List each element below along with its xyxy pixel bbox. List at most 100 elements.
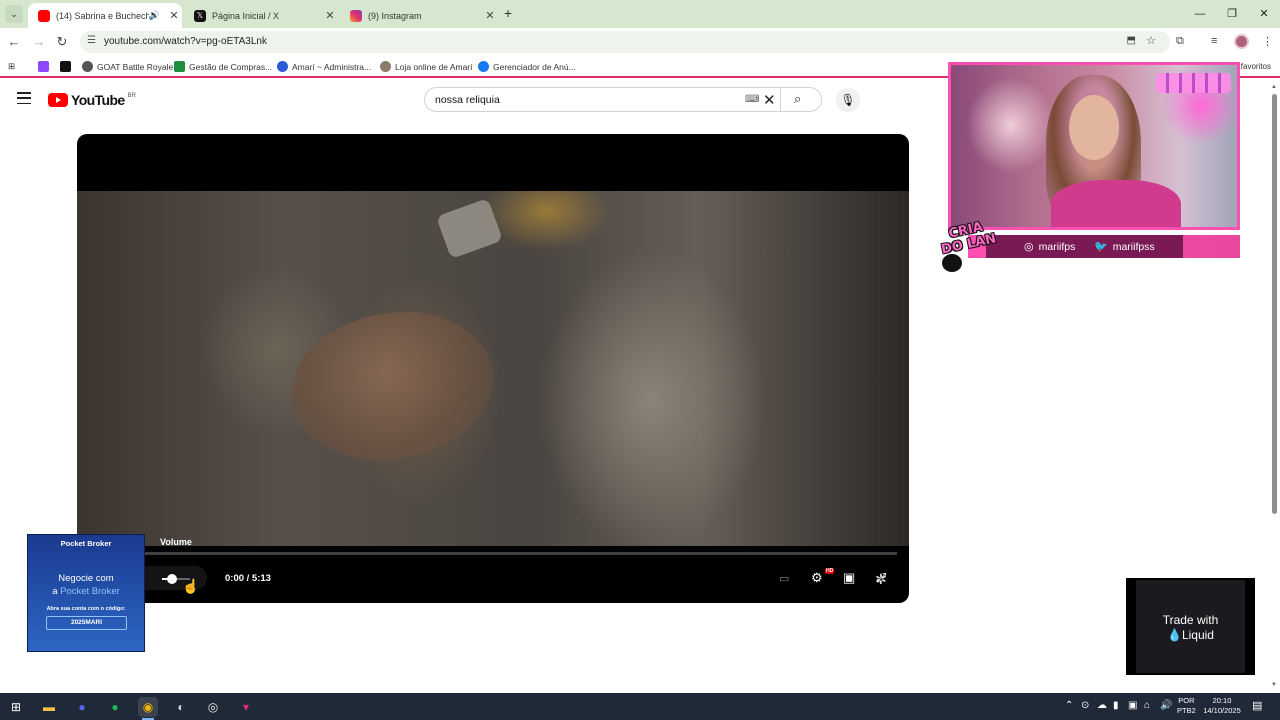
tray-cloud-icon[interactable]: ☁	[1097, 700, 1107, 711]
progress-bar[interactable]	[89, 552, 897, 555]
subtitles-icon[interactable]: ▭	[779, 572, 789, 585]
url-text[interactable]: youtube.com/watch?v=pg-oETA3Lnk	[104, 36, 267, 47]
network-icon[interactable]: ⌂	[1144, 700, 1150, 711]
profile-avatar[interactable]	[1234, 34, 1249, 49]
bookmark-gestao[interactable]: Gestão de Compras...	[174, 61, 272, 72]
tab-title: (14) Sabrina e Buchecha - In	[56, 10, 149, 21]
instagram-icon: ◎	[1024, 241, 1034, 253]
tray-display-icon[interactable]: ▣	[1128, 700, 1137, 711]
guide-menu-icon[interactable]	[17, 92, 31, 104]
scroll-up-icon[interactable]: ▲	[1271, 84, 1277, 90]
notifications-icon[interactable]: ▤	[1252, 699, 1262, 712]
scroll-down-icon[interactable]: ▼	[1271, 682, 1277, 688]
webcam-overlay	[948, 62, 1240, 230]
obs-icon[interactable]: ◎	[203, 697, 223, 717]
x-icon: 𝕏	[194, 9, 206, 22]
tray-app-icon[interactable]: ⊙	[1081, 700, 1089, 711]
video-player[interactable]: ✲ Volume ) 0:00 / 5:13 ▭ ⚙ HD ▣ ⤢	[77, 134, 909, 603]
spotify-icon[interactable]: ●	[105, 697, 125, 717]
install-app-icon[interactable]: ⬒	[1127, 35, 1136, 46]
theater-mode-icon[interactable]: ▣	[843, 570, 855, 586]
tab-strip: ⌄ (14) Sabrina e Buchecha - In 🔊 ✕ 𝕏 Pág…	[0, 0, 1280, 28]
youtube-icon	[38, 9, 50, 22]
close-window-icon[interactable]: ✕	[1248, 0, 1280, 28]
circle-icon	[277, 61, 288, 72]
discord-icon[interactable]: ●	[72, 697, 92, 717]
new-tab-button[interactable]: +	[504, 5, 512, 21]
hand-cursor-icon: ☝	[182, 578, 200, 594]
pocket-broker-ad[interactable]: Pocket Broker Negocie com a Pocket Broke…	[27, 534, 145, 652]
apps-grid-icon[interactable]: ⊞	[8, 61, 15, 72]
close-tab-icon[interactable]: ✕	[322, 9, 338, 22]
meta-icon	[478, 61, 489, 72]
liquid-ad[interactable]: Trade with 💧Liquid	[1126, 578, 1255, 675]
settings-gear-icon[interactable]: ⚙	[811, 570, 823, 586]
restore-icon[interactable]: ❐	[1216, 0, 1248, 28]
social-bar: ◎ mariifps 🐦 mariifpss	[968, 235, 1240, 258]
hd-badge: HD	[825, 568, 835, 574]
promo-code: 2025MARI	[46, 616, 127, 630]
scroll-thumb[interactable]	[1272, 94, 1277, 514]
site-info-icon[interactable]: ☰	[87, 35, 96, 46]
tray-chevron-icon[interactable]: ⌃	[1065, 700, 1073, 711]
search-input[interactable]: nossa reliquia	[435, 94, 500, 106]
bookmark-x[interactable]	[60, 61, 75, 72]
forward-icon[interactable]: →	[31, 34, 47, 49]
volume-tooltip: Volume	[160, 537, 192, 547]
search-box[interactable]: nossa reliquia ⌨ ✕ ⌕	[424, 87, 822, 112]
address-bar[interactable]: ☰ youtube.com/watch?v=pg-oETA3Lnk ⬒ ☆	[80, 31, 1170, 53]
clear-search-icon[interactable]: ✕	[763, 91, 776, 109]
back-icon[interactable]: ←	[6, 34, 22, 49]
windows-taskbar: ⊞ ▬ ● ● ◉ ◐ ◎ ▾ ⌃ ⊙ ☁ ▮ ▣ ⌂ 🔊 POR PTB2 2…	[0, 693, 1280, 720]
all-bookmarks[interactable]: favoritos	[1241, 62, 1271, 71]
browser-menu-icon[interactable]: ⋮	[1262, 35, 1273, 48]
fullscreen-icon[interactable]: ⤢	[876, 570, 886, 586]
tab-search-chevron-icon[interactable]: ⌄	[5, 5, 23, 23]
bookmark-gerenciador[interactable]: Gerenciador de Anú...	[478, 61, 576, 72]
extensions-icon[interactable]: ⧉	[1176, 35, 1184, 48]
tab-youtube[interactable]: (14) Sabrina e Buchecha - In 🔊 ✕	[28, 3, 182, 28]
bookmark-star-icon[interactable]: ☆	[1146, 34, 1156, 47]
tab-x[interactable]: 𝕏 Página Inicial / X ✕	[184, 3, 338, 28]
app-pink-icon[interactable]: ▾	[236, 697, 256, 717]
media-controls-icon[interactable]: ≡	[1211, 35, 1217, 47]
shop-icon	[380, 61, 391, 72]
video-frame[interactable]: ✲	[77, 191, 909, 587]
twitter-handle: 🐦 mariifpss	[1094, 240, 1155, 254]
clock[interactable]: 20:10 14/10/2025	[1200, 696, 1244, 716]
globe-icon	[82, 61, 93, 72]
twitter-bird-icon: 🐦	[1094, 241, 1108, 253]
keyboard-icon[interactable]: ⌨	[745, 94, 759, 105]
windows-start-icon[interactable]: ⊞	[6, 697, 26, 717]
bookmark-loja[interactable]: Loja online de Amarí	[380, 61, 473, 72]
youtube-logo[interactable]: YouTube BR	[48, 92, 136, 108]
language-indicator[interactable]: POR PTB2	[1177, 696, 1196, 716]
speaker-icon[interactable]: 🔊	[149, 10, 160, 21]
close-tab-icon[interactable]: ✕	[166, 9, 182, 22]
x-icon	[60, 61, 71, 72]
pocket-broker-logo: Pocket Broker	[60, 539, 112, 548]
tab-title: (9) Instagram	[368, 10, 422, 21]
youtube-play-icon	[48, 93, 68, 107]
page-scrollbar[interactable]: ▲ ▼	[1269, 82, 1280, 692]
volume-knob[interactable]	[166, 574, 177, 584]
minimize-icon[interactable]: —	[1184, 0, 1216, 28]
file-explorer-icon[interactable]: ▬	[39, 697, 59, 717]
reload-icon[interactable]: ↻	[54, 34, 70, 50]
close-tab-icon[interactable]: ✕	[482, 9, 498, 22]
bookmark-goat[interactable]: GOAT Battle Royale	[82, 61, 173, 72]
instagram-handle: ◎ mariifps	[1024, 240, 1076, 254]
tab-instagram[interactable]: (9) Instagram ✕	[340, 3, 498, 28]
bookmark-amari-admin[interactable]: Amarí ~ Administra...	[277, 61, 371, 72]
tray-mic-icon[interactable]: ▮	[1113, 700, 1119, 711]
steam-icon[interactable]: ◐	[171, 697, 191, 717]
instagram-icon	[350, 9, 362, 22]
chrome-icon[interactable]: ◉	[138, 697, 158, 720]
voice-search-icon[interactable]: 🎙	[836, 88, 860, 112]
volume-tray-icon[interactable]: 🔊	[1160, 700, 1172, 711]
search-icon[interactable]: ⌕	[794, 91, 801, 107]
browser-toolbar: ← → ↻ ☰ youtube.com/watch?v=pg-oETA3Lnk …	[0, 28, 1280, 56]
twitch-icon	[38, 61, 49, 72]
sheet-icon	[174, 61, 185, 72]
bookmark-twitch[interactable]	[38, 61, 53, 72]
